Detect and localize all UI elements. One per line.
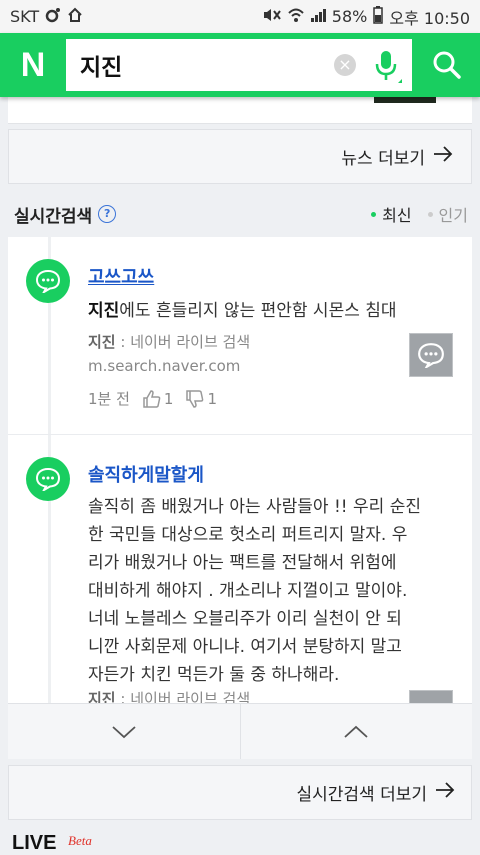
carrier-label: SKT bbox=[10, 7, 40, 26]
search-input[interactable] bbox=[66, 39, 326, 91]
battery-percent: 58% bbox=[331, 7, 368, 26]
mute-icon bbox=[262, 7, 282, 27]
scroll-down-button[interactable] bbox=[8, 704, 240, 759]
search-button[interactable] bbox=[414, 33, 480, 97]
post-body-line: 너네 노블레스 오블리주가 이리 실천이 안 되 bbox=[88, 609, 402, 629]
status-bar: SKT 58% 오후 10:50 bbox=[0, 0, 480, 33]
post-url[interactable]: m.search.naver.com bbox=[88, 357, 240, 375]
thumbs-down-icon bbox=[186, 389, 204, 408]
like-button[interactable]: 1 bbox=[142, 389, 174, 409]
realtime-feed[interactable]: 고쓰고쓰 지진에도 흔들리지 않는 편안함 시몬스 침대 지진 : 네이버 라이… bbox=[8, 237, 472, 703]
chat-bubble-icon bbox=[35, 269, 61, 293]
arrow-right-icon bbox=[435, 782, 455, 803]
source-keyword: 지진 bbox=[88, 690, 116, 703]
post-body-line: 솔직히 좀 배웠거나 아는 사람들아 !! 우리 순진 bbox=[88, 497, 421, 517]
post-body[interactable]: 솔직히 좀 배웠거나 아는 사람들아 !! 우리 순진 한 국민들 대상으로 헛… bbox=[88, 493, 458, 689]
post-body-line: 니깐 사회문제 아니냐. 여기서 분탕하지 말고 bbox=[88, 637, 402, 657]
post-author-link[interactable]: 고쓰고쓰 bbox=[88, 263, 154, 289]
post-body-text: 에도 흔들리지 않는 편안함 시몬스 침대 bbox=[119, 301, 397, 321]
post-body-line: 한 국민들 대상으로 헛소리 퍼트리지 말자. 우 bbox=[88, 525, 408, 545]
signal-icon bbox=[310, 7, 326, 27]
post-meta: 1분 전 1 1 bbox=[88, 388, 217, 409]
source-text: : 네이버 라이브 검색 bbox=[115, 333, 251, 351]
realtime-search-header: 실시간검색 ? 최신 인기 bbox=[0, 196, 480, 232]
beta-badge: Beta bbox=[68, 833, 92, 848]
post-body-line: 대비하게 해야지 . 개소리나 지껄이고 말이야. bbox=[88, 581, 408, 601]
voice-search-button[interactable] bbox=[370, 49, 402, 85]
chevron-up-icon bbox=[344, 725, 368, 738]
search-header: N × bbox=[0, 33, 480, 97]
list-item: 고쓰고쓰 지진에도 흔들리지 않는 편안함 시몬스 침대 지진 : 네이버 라이… bbox=[8, 237, 472, 434]
thumbs-up-icon bbox=[143, 389, 161, 408]
clear-search-button[interactable]: × bbox=[334, 54, 356, 76]
naver-logo[interactable]: N bbox=[0, 33, 66, 97]
source-text: : 네이버 라이브 검색 bbox=[115, 690, 251, 703]
chat-bubble-icon bbox=[35, 467, 61, 491]
news-more-button[interactable]: 뉴스 더보기 bbox=[8, 129, 472, 184]
news-more-label: 뉴스 더보기 bbox=[341, 149, 425, 169]
section-title: 실시간검색 bbox=[14, 206, 93, 227]
search-box: × bbox=[66, 39, 412, 91]
speech-bubble-avatar bbox=[26, 259, 70, 303]
sync-icon bbox=[45, 7, 61, 27]
post-thumbnail[interactable] bbox=[409, 690, 453, 703]
scroll-up-button[interactable] bbox=[239, 704, 473, 759]
speech-bubble-avatar bbox=[26, 457, 70, 501]
post-body-line: 자든가 치킨 먹든가 둘 중 하나해라. bbox=[88, 665, 340, 685]
sort-tabs: 최신 인기 bbox=[371, 202, 468, 226]
dislike-count: 1 bbox=[207, 389, 218, 408]
sort-popular-tab[interactable]: 인기 bbox=[427, 202, 468, 226]
sort-latest-tab[interactable]: 최신 bbox=[371, 202, 412, 226]
previous-news-card[interactable] bbox=[8, 97, 472, 124]
realtime-more-button[interactable]: 실시간검색 더보기 bbox=[8, 765, 472, 820]
live-section-title: LIVE bbox=[12, 832, 57, 854]
realtime-more-label: 실시간검색 더보기 bbox=[296, 785, 427, 805]
source-keyword: 지진 bbox=[88, 333, 116, 351]
inactive-dot-icon bbox=[427, 211, 433, 217]
home-notification-icon bbox=[67, 7, 83, 27]
help-icon[interactable]: ? bbox=[98, 205, 117, 223]
like-count: 1 bbox=[163, 389, 174, 408]
chat-bubble-icon bbox=[418, 343, 444, 368]
active-dot-icon bbox=[371, 211, 377, 217]
post-source: 지진 : 네이버 라이브 검색 bbox=[88, 688, 250, 703]
sort-latest-label: 최신 bbox=[382, 206, 412, 225]
search-icon bbox=[433, 51, 461, 79]
chevron-down-icon bbox=[112, 725, 136, 738]
feed-pager bbox=[8, 703, 472, 759]
post-time: 1분 전 bbox=[88, 390, 130, 408]
news-thumbnail bbox=[374, 97, 436, 103]
microphone-icon bbox=[375, 51, 402, 83]
highlighted-keyword: 지진 bbox=[88, 301, 120, 321]
list-item: 솔직하게말할게 솔직히 좀 배웠거나 아는 사람들아 !! 우리 순진 한 국민… bbox=[8, 434, 472, 703]
post-body-line: 리가 배웠거나 아는 팩트를 전달해서 위험에 bbox=[88, 553, 397, 573]
battery-icon bbox=[373, 5, 384, 28]
post-thumbnail[interactable] bbox=[409, 333, 453, 377]
post-author-link[interactable]: 솔직하게말할게 bbox=[88, 461, 204, 487]
post-body[interactable]: 지진에도 흔들리지 않는 편안함 시몬스 침대 bbox=[88, 297, 458, 325]
dislike-button[interactable]: 1 bbox=[185, 389, 217, 409]
post-source: 지진 : 네이버 라이브 검색 bbox=[88, 331, 250, 352]
wifi-icon bbox=[288, 7, 304, 27]
sort-popular-label: 인기 bbox=[438, 206, 468, 225]
clock: 오후 10:50 bbox=[389, 8, 470, 28]
arrow-right-icon bbox=[433, 146, 453, 167]
